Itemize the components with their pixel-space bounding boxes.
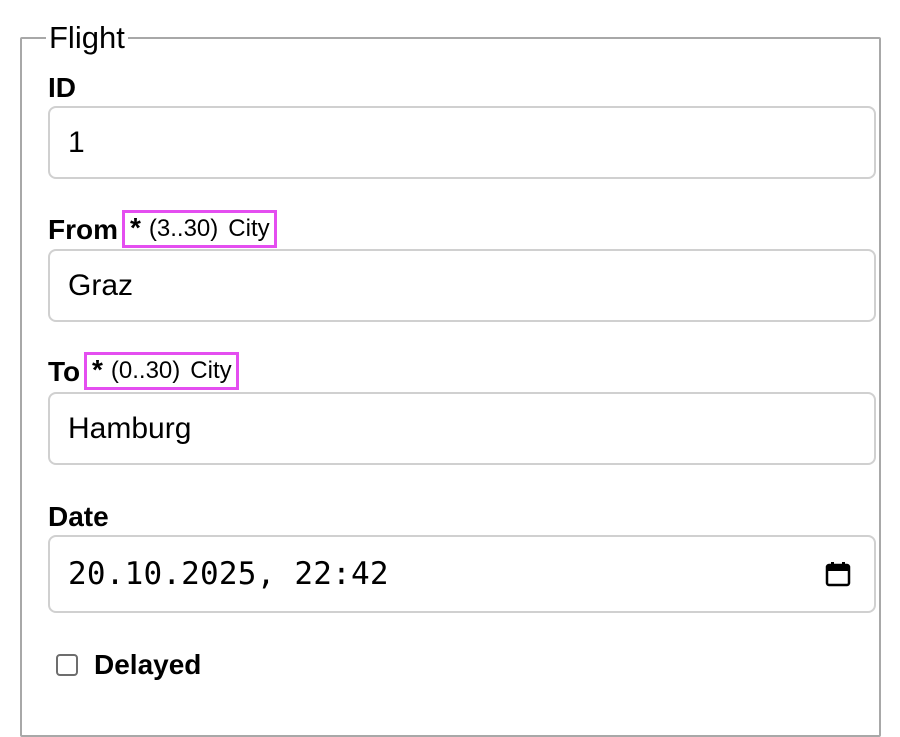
id-label: ID [48, 72, 76, 103]
required-marker: * [130, 212, 141, 243]
id-input-value: 1 [68, 125, 85, 159]
delayed-row: Delayed [56, 645, 201, 685]
id-input[interactable]: 1 [48, 106, 876, 179]
fieldset-legend: Flight [46, 18, 128, 58]
type-hint: City [190, 357, 232, 384]
to-input[interactable]: Hamburg [48, 392, 876, 465]
length-hint: (3..30) [148, 215, 219, 242]
from-input[interactable]: Graz [48, 249, 876, 322]
from-validation-hint: * (3..30) City [122, 210, 277, 248]
to-label: To [48, 356, 81, 387]
from-input-value: Graz [68, 268, 134, 302]
delayed-label[interactable]: Delayed [94, 645, 201, 685]
from-label: From [48, 214, 118, 245]
delayed-checkbox[interactable] [56, 654, 78, 676]
date-input-value: 20.10.2025, 22:42 [68, 556, 389, 592]
required-marker: * [92, 354, 103, 385]
date-label: Date [48, 501, 109, 532]
length-hint: (0..30) [110, 357, 181, 384]
to-validation-hint: * (0..30) City [84, 352, 239, 390]
type-hint: City [228, 215, 270, 242]
calendar-icon[interactable] [824, 560, 852, 588]
to-input-value: Hamburg [68, 411, 192, 445]
date-input[interactable]: 20.10.2025, 22:42 [48, 535, 876, 613]
